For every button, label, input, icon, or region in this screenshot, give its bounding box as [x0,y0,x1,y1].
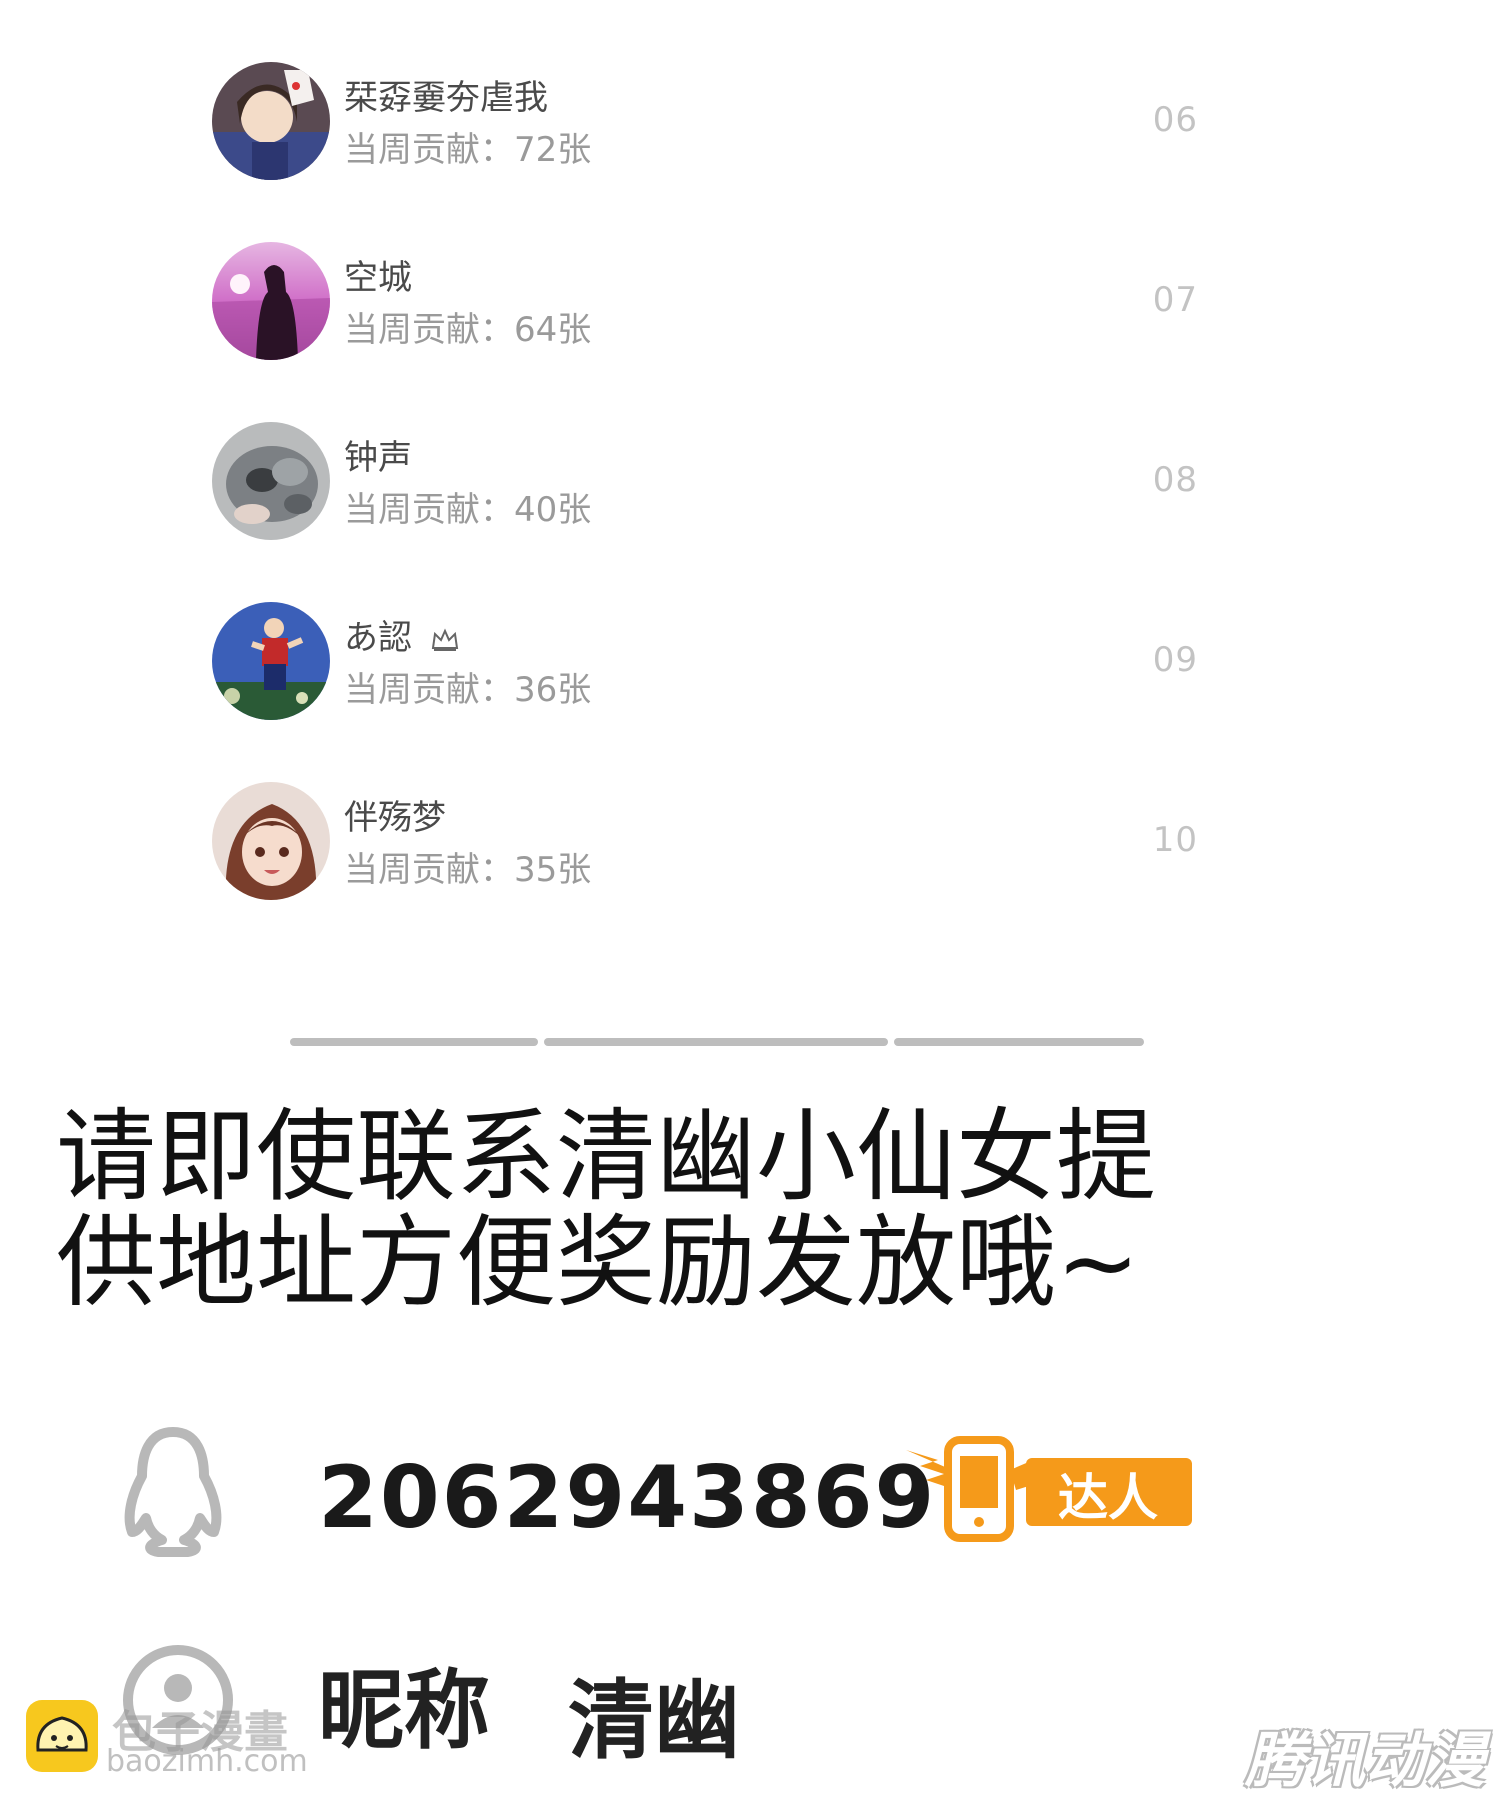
baozi-watermark: 包子漫畫 baozimh.com [26,1700,326,1790]
contribution-label: 当周贡献： [344,850,514,890]
scroll-indicator-segment[interactable] [894,1038,1144,1046]
expert-badge: 达人 [898,1430,1198,1550]
user-name: 伴殇梦 [344,798,446,838]
tencent-comic-watermark: 腾讯动漫 [1245,1726,1485,1796]
weekly-contribution: 当周贡献：72张 [344,122,591,171]
crown-icon [431,628,458,651]
watermark-url: baozimh.com [106,1744,308,1779]
leaderboard-row[interactable]: 伴殇梦 当周贡献：35张 10 [208,782,1198,902]
leaderboard-row[interactable]: あ認 当周贡献：36张 09 [208,602,1198,722]
nickname-label: 昵称 [318,1661,490,1761]
running-boy-blue-sky-avatar[interactable] [212,602,330,720]
notice-line: 供地址方便奖励发放哦~ [56,1204,1140,1321]
nickname-value[interactable]: 清幽 [568,1650,740,1775]
rank-number: 06 [1152,100,1198,140]
weekly-contribution: 当周贡献：64张 [344,302,591,351]
qq-penguin-icon [124,1427,222,1557]
qq-number[interactable]: 2062943869 [318,1448,936,1548]
leaderboard-row[interactable]: 栞孬嫑夯虐我 当周贡献：72张 06 [208,62,1198,182]
weekly-contribution: 当周贡献：40张 [344,482,591,531]
contribution-count: 36张 [514,670,592,710]
leaderboard-row[interactable]: 空城 当周贡献：64张 07 [208,242,1198,362]
contribution-count: 72张 [514,130,592,170]
rank-number: 08 [1152,460,1198,500]
notice-line: 请即使联系清幽小仙女提 [56,1098,1156,1215]
rank-number: 07 [1152,280,1198,320]
pink-sunset-silhouette-avatar[interactable] [212,242,330,360]
reward-notice: 请即使联系清幽小仙女提 供地址方便奖励发放哦~ [56,1104,1256,1316]
user-name: 空城 [344,258,412,298]
contribution-count: 35张 [514,850,592,890]
gray-cat-avatar[interactable] [212,422,330,540]
scroll-indicator-segment[interactable] [544,1038,888,1046]
rank-number: 10 [1152,820,1198,860]
badge-label: 达人 [1058,1469,1158,1527]
user-name: 栞孬嫑夯虐我 [344,78,548,118]
anime-woman-with-fox-mask-avatar[interactable] [212,62,330,180]
rank-number: 09 [1152,640,1198,680]
contribution-count: 40张 [514,490,592,530]
scroll-indicator-segment[interactable] [290,1038,538,1046]
weekly-contribution: 当周贡献：35张 [344,842,591,891]
qq-contact-row: 2062943869 达人 [118,1420,1318,1560]
user-name: 钟声 [344,438,412,478]
weekly-contribution: 当周贡献：36张 [344,662,591,711]
anime-girl-brown-hair-avatar[interactable] [212,782,330,900]
contribution-label: 当周贡献： [344,670,514,710]
contribution-label: 当周贡献： [344,130,514,170]
contribution-label: 当周贡献： [344,310,514,350]
user-name: あ認 [344,610,459,659]
baozi-logo-icon [26,1700,98,1772]
leaderboard-row[interactable]: 钟声 当周贡献：40张 08 [208,422,1198,542]
contribution-label: 当周贡献： [344,490,514,530]
contribution-count: 64张 [514,310,592,350]
